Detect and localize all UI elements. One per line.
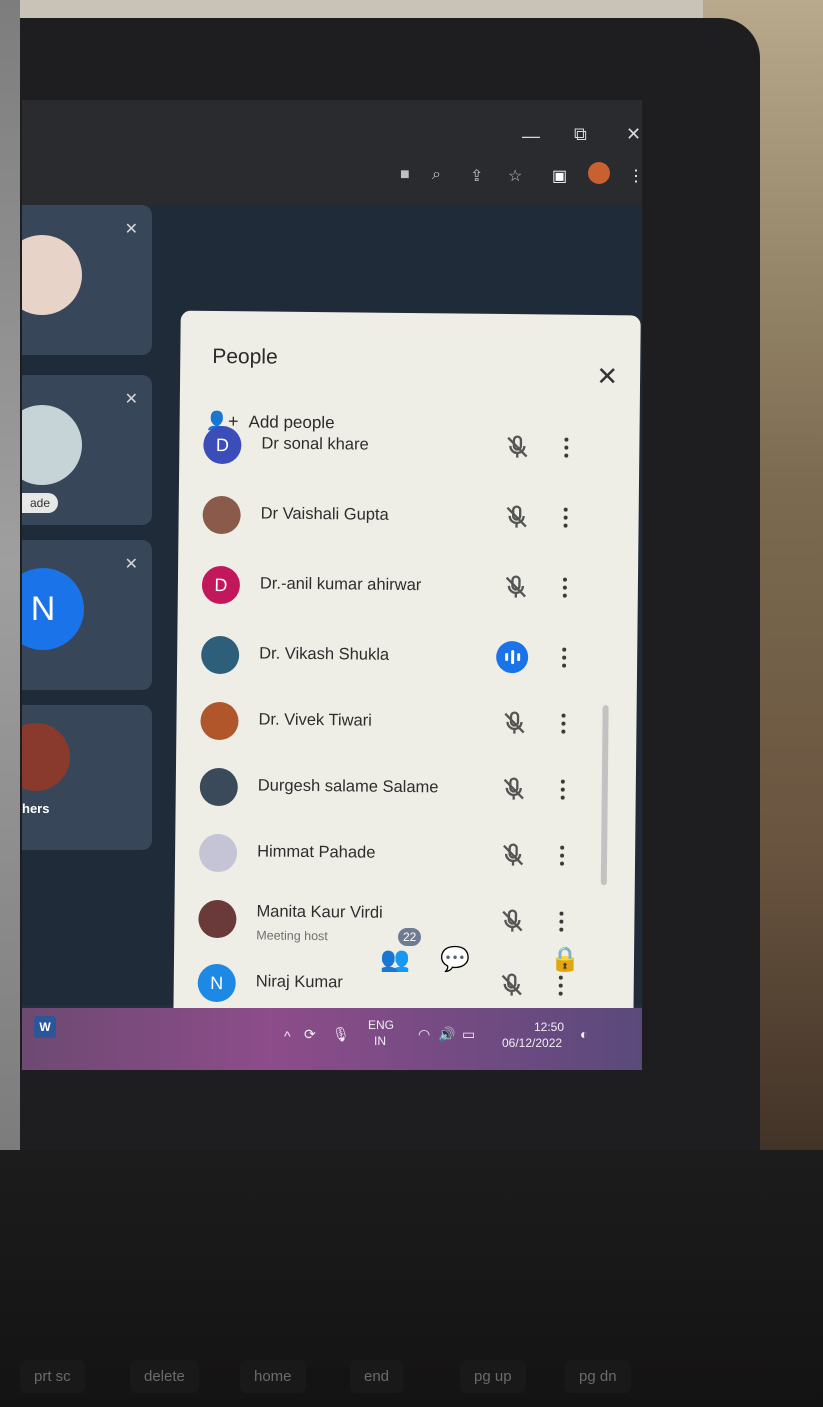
people-count-badge: 22 (398, 928, 422, 946)
participant-role: Meeting host (256, 928, 328, 944)
keyboard-key: pg dn (565, 1360, 631, 1393)
participant-name: Durgesh salame Salame (257, 776, 439, 797)
mic-off-icon[interactable] (498, 907, 526, 935)
keyboard (0, 1150, 823, 1407)
mic-off-icon[interactable] (500, 709, 528, 737)
chevron-up-icon[interactable]: ^ (284, 1028, 291, 1044)
participant-row[interactable]: D Dr.-anil kumar ahirwar (201, 556, 603, 620)
avatar (200, 635, 240, 675)
participant-name: Manita Kaur Virdi (256, 902, 383, 922)
more-options-icon[interactable] (556, 908, 566, 936)
more-options-icon[interactable] (560, 504, 570, 532)
others-tile[interactable]: hers (22, 705, 152, 850)
browser-titlebar: — ⧉ ✕ ■ ⌕ ⇪ ☆ ▣ ⋮ (22, 100, 642, 210)
avatar: N (197, 963, 236, 1003)
chat-icon[interactable]: 💬 (438, 942, 472, 976)
battery-icon[interactable]: ▭ (462, 1026, 475, 1043)
mic-off-icon[interactable] (502, 573, 530, 601)
clock-date[interactable]: 06/12/2022 (502, 1036, 562, 1050)
tile-label: hers (22, 801, 50, 816)
camera-icon[interactable]: ■ (400, 166, 410, 184)
avatar: N (22, 568, 84, 650)
keyboard-key: end (350, 1360, 404, 1393)
notification-icon[interactable]: ◐ (580, 1026, 588, 1042)
word-icon[interactable]: W (34, 1016, 56, 1038)
microphone-icon[interactable]: 🎙 (332, 1026, 350, 1043)
wifi-icon[interactable]: ◠ (418, 1026, 430, 1043)
share-icon[interactable]: ⇪ (470, 166, 483, 186)
sidebar-icon[interactable]: ▣ (552, 166, 567, 186)
avatar (199, 767, 238, 807)
scrollbar[interactable] (600, 705, 609, 886)
participant-tile-2[interactable]: ✕ ade (22, 375, 152, 525)
close-icon[interactable]: ✕ (596, 361, 618, 392)
participant-row[interactable]: Durgesh salame Salame (199, 758, 600, 822)
mic-off-icon: ✕ (124, 556, 138, 573)
participant-name-chip: ade (22, 493, 59, 513)
more-options-icon[interactable] (560, 574, 570, 602)
mic-off-icon: ✕ (124, 221, 138, 238)
search-icon[interactable]: ⌕ (432, 166, 441, 184)
avatar: D (201, 565, 241, 605)
windows-taskbar: W ^ ⟳ 🎙 ENG IN ◠ 🔊 ▭ 12:50 06/12/2022 ◐ (22, 1008, 642, 1070)
mic-off-icon[interactable] (503, 433, 531, 461)
participant-tile-1[interactable]: ✕ (22, 205, 152, 355)
profile-avatar[interactable] (588, 162, 610, 184)
host-controls-icon[interactable]: 🔒 (548, 942, 582, 976)
speaking-indicator-icon (496, 640, 529, 674)
more-options-icon[interactable] (558, 710, 568, 738)
mic-off-icon[interactable] (500, 775, 528, 803)
avatar: D (203, 425, 242, 465)
star-icon[interactable]: ☆ (508, 166, 522, 186)
keyboard-key: prt sc (20, 1360, 85, 1393)
language-code[interactable]: ENG (368, 1018, 394, 1032)
mic-off-icon: ✕ (124, 391, 138, 408)
people-icon[interactable]: 👥 (378, 942, 412, 976)
participant-row[interactable]: D Dr sonal khare (203, 416, 604, 480)
avatar (198, 899, 237, 939)
keyboard-key: delete (130, 1360, 199, 1393)
volume-icon[interactable]: 🔊 (438, 1026, 455, 1043)
mic-off-icon[interactable] (499, 841, 527, 869)
keyboard-key: pg up (460, 1360, 526, 1393)
participant-row[interactable]: Dr. Vikash Shukla (200, 626, 602, 690)
laptop-screen: — ⧉ ✕ ■ ⌕ ⇪ ☆ ▣ ⋮ ✕ ✕ ade N ✕ hers Peopl… (22, 100, 642, 1070)
info-icon[interactable]: ⓘ (322, 942, 356, 976)
language-region[interactable]: IN (374, 1034, 386, 1048)
avatar (202, 495, 241, 535)
participant-row[interactable]: Dr. Vivek Tiwari (200, 692, 601, 756)
participant-name: Dr. Vivek Tiwari (258, 710, 372, 730)
more-options-icon[interactable] (559, 644, 569, 672)
sync-icon[interactable]: ⟳ (304, 1026, 316, 1043)
keyboard-key: home (240, 1360, 306, 1393)
avatar (198, 833, 238, 873)
minimize-button[interactable]: — (522, 126, 540, 147)
avatar (22, 723, 70, 791)
participant-name: Dr Vaishali Gupta (260, 504, 389, 524)
participant-list: D Dr sonal khare Dr Vaishali Gupta D Dr.-ani… (197, 425, 623, 1003)
avatar (22, 235, 82, 315)
participant-row[interactable]: Himmat Pahade (198, 824, 600, 888)
more-vert-icon[interactable]: ⋮ (628, 166, 642, 186)
meeting-controls: ⓘ 👥 22 💬 ▲ 🔒 (322, 928, 642, 982)
more-options-icon[interactable] (561, 434, 571, 462)
participant-name: Himmat Pahade (257, 842, 376, 862)
meet-video-area: ✕ ✕ ade N ✕ hers People ✕ 👤+ Add people … (22, 205, 642, 1036)
participant-name: Dr.-anil kumar ahirwar (259, 574, 422, 595)
clock-time[interactable]: 12:50 (534, 1020, 564, 1034)
mic-off-icon[interactable] (502, 503, 530, 531)
more-options-icon[interactable] (558, 776, 568, 804)
activities-icon[interactable]: ▲ (494, 942, 528, 976)
participant-name: Dr. Vikash Shukla (259, 644, 390, 664)
participant-row[interactable]: Dr Vaishali Gupta (202, 486, 603, 550)
participant-name: Dr sonal khare (261, 434, 369, 454)
more-options-icon[interactable] (557, 842, 567, 870)
avatar (200, 701, 239, 741)
panel-title: People (212, 344, 278, 369)
participant-tile-3[interactable]: N ✕ (22, 540, 152, 690)
restore-button[interactable]: ⧉ (574, 124, 587, 145)
people-panel: People ✕ 👤+ Add people D Dr sonal khare Dr… (173, 310, 641, 1036)
avatar (22, 405, 82, 485)
close-window-button[interactable]: ✕ (626, 124, 641, 145)
